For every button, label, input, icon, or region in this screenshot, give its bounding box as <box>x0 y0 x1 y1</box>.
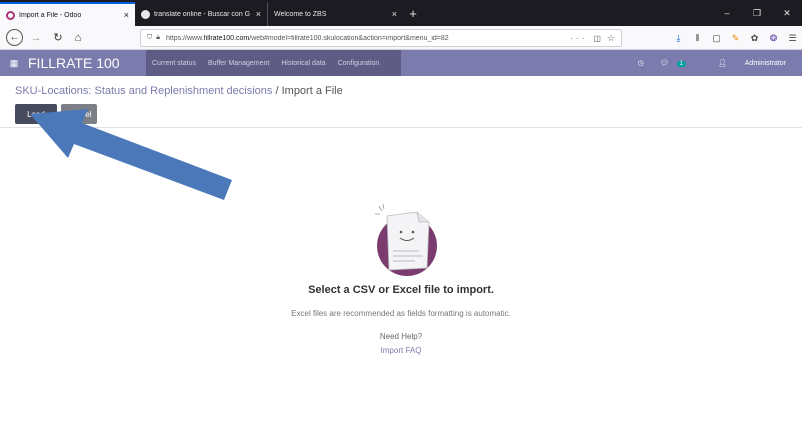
import-main: Select a CSV or Excel file to import. Ex… <box>0 128 802 432</box>
google-favicon-icon <box>141 9 150 19</box>
user-avatar-icon: 👤︎ <box>717 60 727 67</box>
cancel-button[interactable]: Cancel <box>61 104 97 124</box>
window-controls: – ❐ ✕ <box>712 0 802 26</box>
reader-view-icon[interactable]: ▢ <box>707 33 726 44</box>
new-tab-button[interactable]: + <box>403 2 423 26</box>
tab-welcome-zbs[interactable]: Welcome to ZBS × <box>268 2 403 26</box>
pocket-icon[interactable]: ◫ <box>593 34 601 43</box>
menu-current-status[interactable]: Current status <box>152 60 196 67</box>
back-button[interactable]: ← <box>6 29 23 46</box>
activity-clock-icon[interactable]: ◷ <box>638 59 644 67</box>
app-brand[interactable]: FILLRATE 100 <box>28 55 146 71</box>
close-window-button[interactable]: ✕ <box>772 8 802 19</box>
user-nav: ◷ 💬︎ 1 👤︎ Administrator <box>630 50 802 76</box>
library-icon[interactable]: ⫴ <box>688 33 707 44</box>
shield-icon: ⛉ <box>147 34 153 41</box>
downloads-icon[interactable]: ⤓ <box>669 33 688 44</box>
toolbar-icons: ⤓ ⫴ ▢ ✎ ✿ ❂ ☰ <box>669 26 802 50</box>
chat-count-badge: 1 <box>676 61 686 67</box>
extension-icon[interactable]: ✿ <box>745 33 764 44</box>
breadcrumb-current: Import a File <box>281 85 343 97</box>
forward-button[interactable]: → <box>27 29 45 47</box>
breadcrumb-separator: / <box>272 85 282 97</box>
tab-title: Welcome to ZBS <box>274 10 327 18</box>
home-button[interactable]: ⌂ <box>69 29 87 47</box>
need-help-label: Need Help? <box>379 332 423 341</box>
tab-close-icon[interactable]: × <box>392 9 397 19</box>
import-subtext: Excel files are recommended as fields fo… <box>291 309 511 318</box>
tab-title: translate online - Buscar con G <box>154 10 250 18</box>
odoo-favicon-icon <box>6 10 15 20</box>
app-menus: Current status Buffer Management Histori… <box>146 50 401 76</box>
browser-nav-toolbar: ← → ↻ ⌂ ⛉ 🔒︎ https://www.fillrate100.com… <box>0 26 802 50</box>
import-faq-link[interactable]: Import FAQ <box>0 346 802 355</box>
chat-icon[interactable]: 💬︎ 1 <box>660 59 694 67</box>
control-panel: SKU-Locations: Status and Replenishment … <box>0 76 802 128</box>
user-menu[interactable]: 👤︎ Administrator <box>710 59 794 67</box>
hamburger-menu-icon[interactable]: ☰ <box>783 33 802 44</box>
apps-grid-icon[interactable]: ▦ <box>0 58 28 69</box>
extension-icon[interactable]: ❂ <box>764 33 783 44</box>
tab-translate[interactable]: translate online - Buscar con G × <box>135 2 268 26</box>
breadcrumb: SKU-Locations: Status and Replenishment … <box>15 85 343 97</box>
url-text[interactable]: https://www.fillrate100.com/web#model=fi… <box>166 35 570 42</box>
user-name: Administrator <box>744 60 786 67</box>
minimize-button[interactable]: – <box>712 8 742 18</box>
reload-button[interactable]: ↻ <box>49 29 67 47</box>
tab-close-icon[interactable]: × <box>256 9 261 19</box>
menu-configuration[interactable]: Configuration <box>338 60 380 67</box>
browser-tab-strip: Import a File - Odoo × translate online … <box>0 0 802 26</box>
restore-button[interactable]: ❐ <box>742 8 772 19</box>
load-file-button[interactable]: Load <box>15 104 57 124</box>
extension-icon[interactable]: ✎ <box>726 33 745 44</box>
page-actions-menu-icon[interactable]: ··· <box>570 34 587 43</box>
tab-close-icon[interactable]: × <box>124 10 129 20</box>
bookmark-star-icon[interactable]: ☆ <box>607 33 615 44</box>
odoo-main-navbar: ▦ FILLRATE 100 Current status Buffer Man… <box>0 50 802 76</box>
url-bar[interactable]: ⛉ 🔒︎ https://www.fillrate100.com/web#mod… <box>140 29 622 47</box>
document-illustration-icon <box>375 203 437 276</box>
breadcrumb-parent-link[interactable]: SKU-Locations: Status and Replenishment … <box>15 85 272 97</box>
import-headline: Select a CSV or Excel file to import. <box>308 284 494 296</box>
tab-import-file[interactable]: Import a File - Odoo × <box>0 2 135 26</box>
tab-title: Import a File - Odoo <box>19 11 82 19</box>
lock-icon: 🔒︎ <box>156 34 160 41</box>
menu-historical-data[interactable]: Historical data <box>281 60 325 67</box>
menu-buffer-management[interactable]: Buffer Management <box>208 60 269 67</box>
